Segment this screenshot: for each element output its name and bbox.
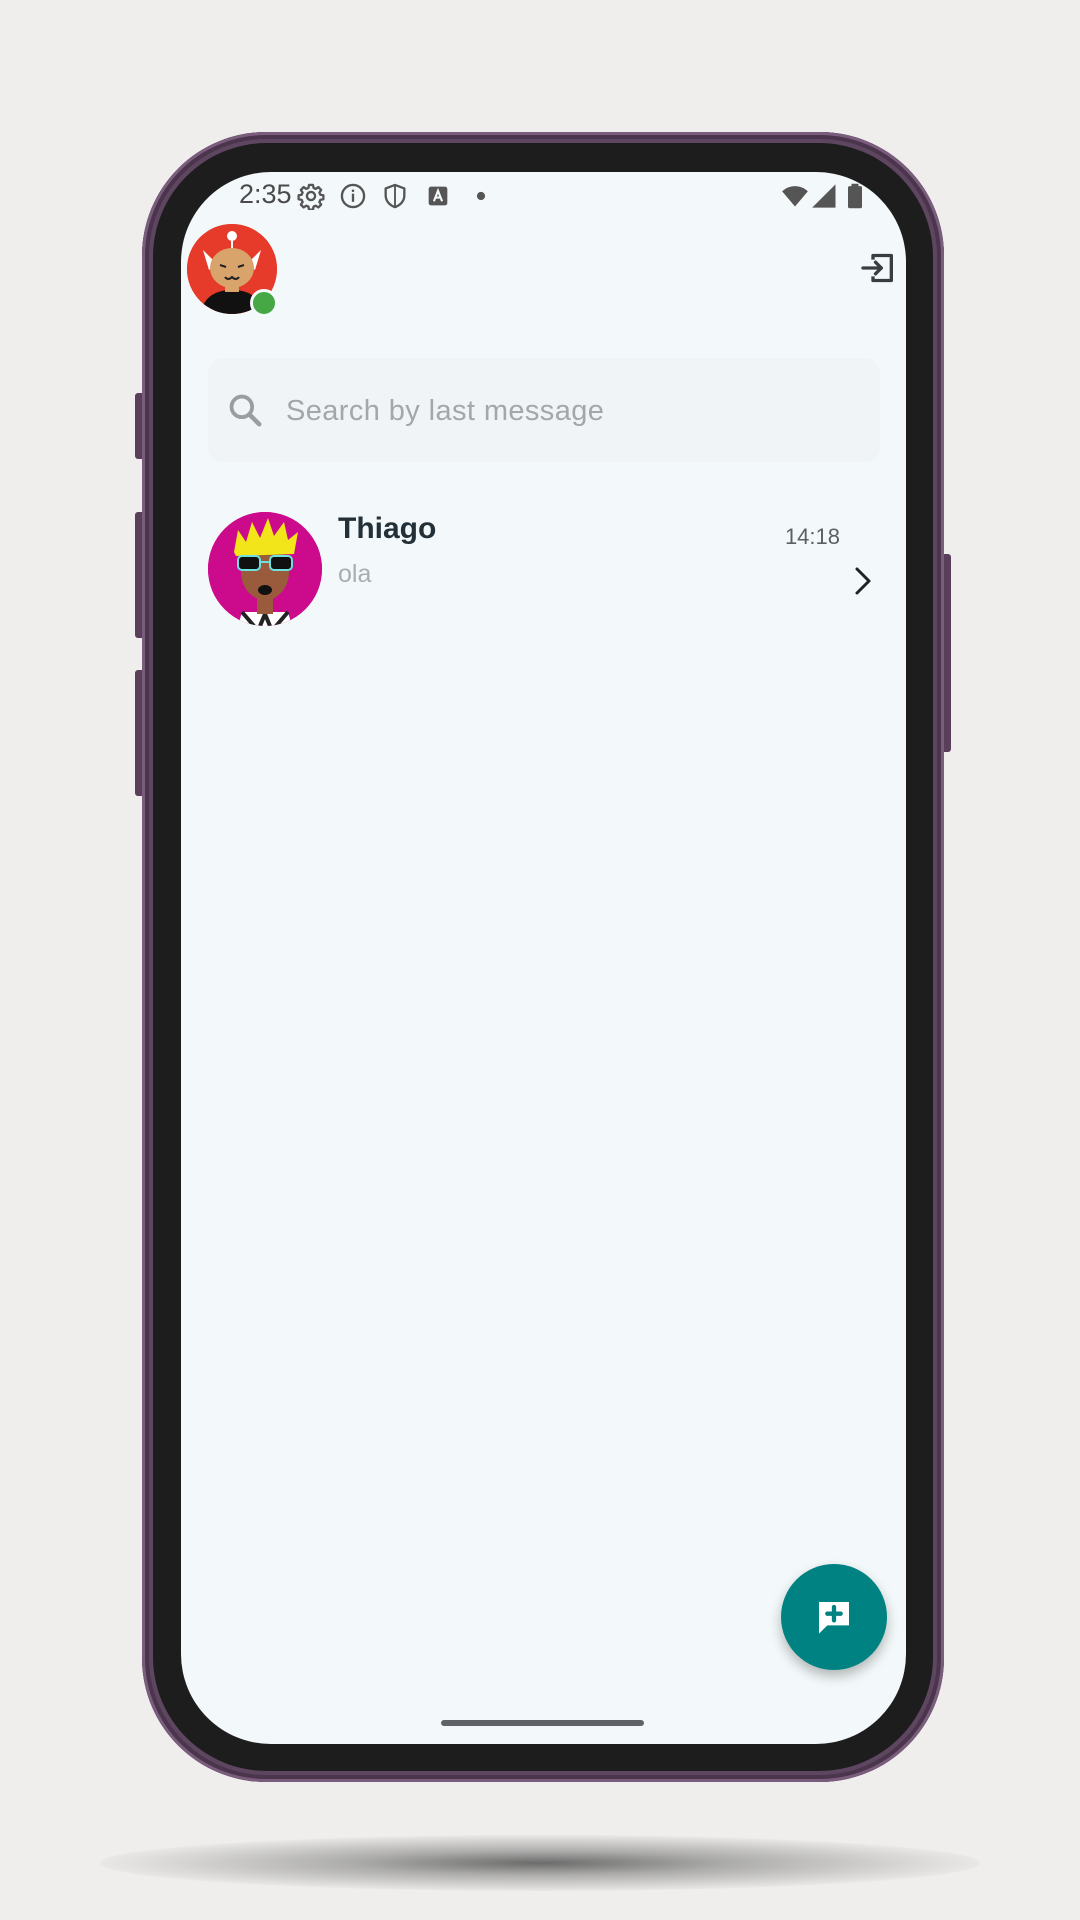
message-time: 14:18 [784,524,840,549]
online-status-indicator [250,289,278,317]
add-chat-icon [819,1602,849,1634]
app-screen: 2:35 Search by last message Thiago ola 1… [181,172,906,1744]
cellular-signal-icon [812,184,836,208]
search-bar[interactable] [208,358,880,462]
chevron-right-icon [855,567,871,595]
wifi-icon [782,186,808,207]
contact-name: Thiago [338,512,437,545]
home-indicator[interactable] [441,1720,644,1726]
device-shadow [100,1835,980,1891]
contact-avatar [208,512,322,626]
chat-list-item[interactable]: Thiago ola 14:18 [181,502,906,626]
info-icon [340,183,366,209]
logout-icon[interactable] [858,248,898,288]
device-mockup: 2:35 Search by last message Thiago ola 1… [0,0,1080,1920]
battery-icon [848,183,862,209]
settings-icon [297,183,325,210]
search-icon [229,394,262,427]
shield-icon [384,183,406,209]
status-time: 2:35 [239,179,292,209]
search-input[interactable] [284,380,868,442]
new-chat-button[interactable] [781,1564,887,1670]
notification-dot-icon [476,191,486,201]
last-message-preview: ola [338,560,372,588]
text-a-icon [428,186,448,206]
contact-avatar-image [208,512,322,626]
